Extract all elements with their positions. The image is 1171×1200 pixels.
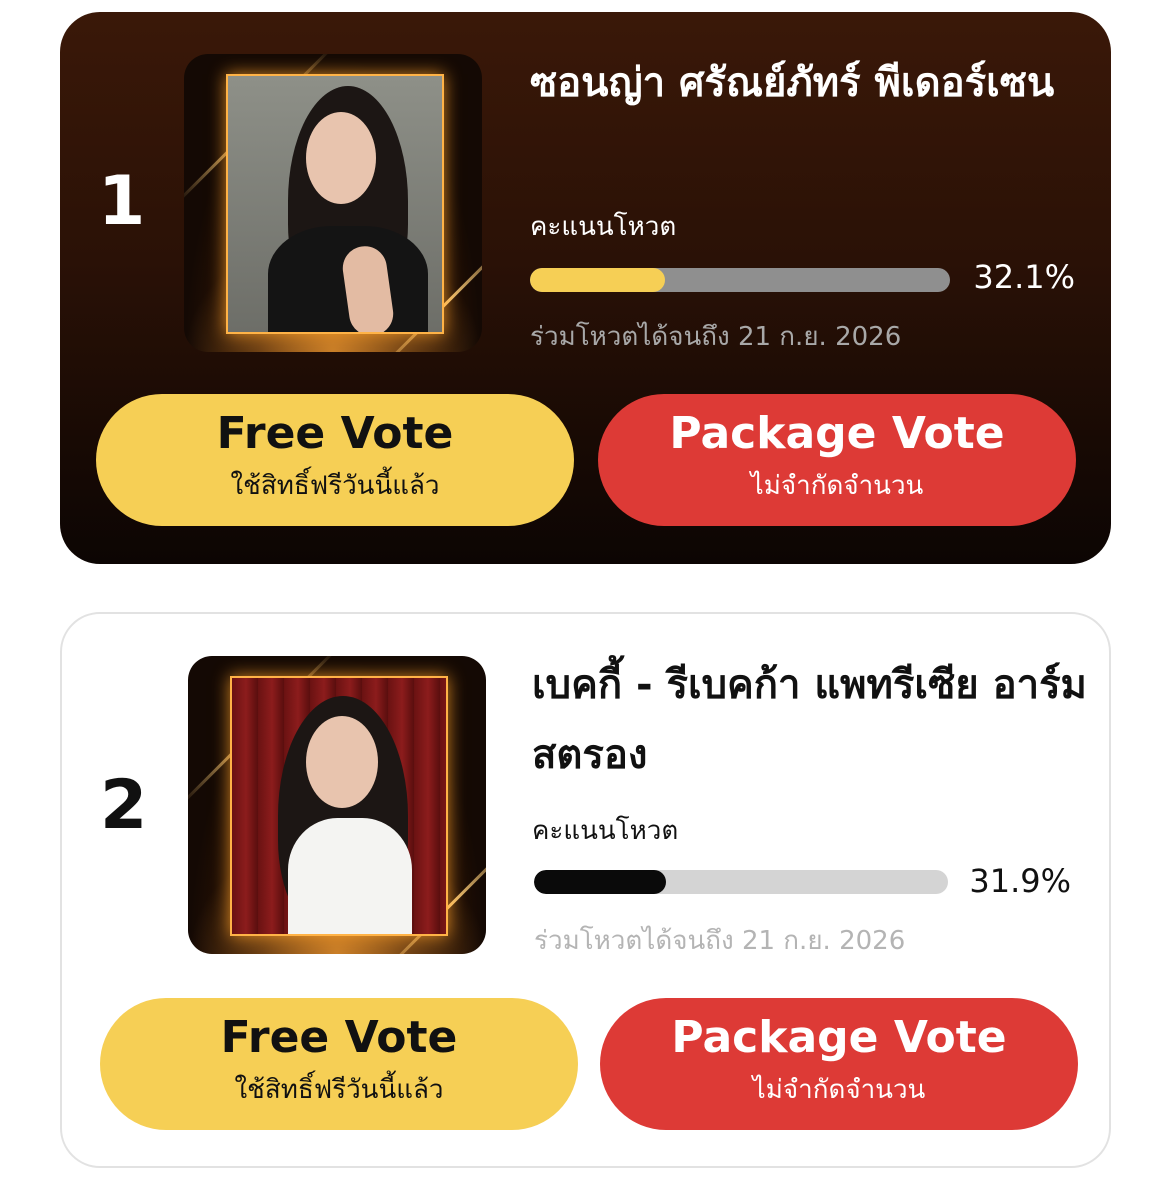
- free-vote-subtitle: ใช้สิทธิ์ฟรีวันนี้แล้ว: [230, 471, 440, 501]
- free-vote-button[interactable]: Free Vote ใช้สิทธิ์ฟรีวันนี้แล้ว: [100, 998, 578, 1130]
- vote-score-label: คะแนนโหวต: [530, 212, 677, 242]
- package-vote-subtitle: ไม่จำกัดจำนวน: [750, 471, 924, 501]
- free-vote-title: Free Vote: [220, 1012, 458, 1063]
- free-vote-subtitle: ใช้สิทธิ์ฟรีวันนี้แล้ว: [234, 1075, 444, 1105]
- candidate-photo: [226, 74, 444, 334]
- candidate-name: ซอนญ่า ศรัณย์ภัทร์ พีเดอร์เซน: [530, 60, 1055, 106]
- vote-percent: 32.1%: [973, 258, 1075, 296]
- vote-progress-fill: [530, 268, 665, 292]
- vote-progress-fill: [534, 870, 667, 894]
- package-vote-title: Package Vote: [669, 408, 1005, 459]
- vote-deadline: ร่วมโหวตได้จนถึง 21 ก.ย. 2026: [534, 926, 906, 956]
- candidate-photo-frame: [188, 656, 486, 954]
- free-vote-button[interactable]: Free Vote ใช้สิทธิ์ฟรีวันนี้แล้ว: [96, 394, 574, 526]
- candidate-photo-frame: [184, 54, 482, 352]
- candidate-photo: [230, 676, 448, 936]
- vote-progress-bar: [534, 870, 948, 894]
- candidate-name: เบคกี้ - รีเบคก้า แพทรีเซีย อาร์มสตรอง: [532, 662, 1087, 778]
- package-vote-button[interactable]: Package Vote ไม่จำกัดจำนวน: [598, 394, 1076, 526]
- vote-score-label: คะแนนโหวต: [532, 816, 679, 846]
- candidate-card-2: 2 เบคกี้ - รีเบคก้า แพทรีเซีย อาร์มสตรอง…: [60, 612, 1111, 1168]
- free-vote-title: Free Vote: [216, 408, 454, 459]
- package-vote-subtitle: ไม่จำกัดจำนวน: [752, 1075, 926, 1105]
- vote-percent: 31.9%: [969, 862, 1071, 900]
- package-vote-button[interactable]: Package Vote ไม่จำกัดจำนวน: [600, 998, 1078, 1130]
- rank-number: 1: [98, 162, 146, 241]
- vote-progress-bar: [530, 268, 950, 292]
- rank-number: 2: [100, 766, 148, 845]
- vote-deadline: ร่วมโหวตได้จนถึง 21 ก.ย. 2026: [530, 322, 902, 352]
- package-vote-title: Package Vote: [671, 1012, 1007, 1063]
- candidate-card-1: 1 ซอนญ่า ศรัณย์ภัทร์ พีเดอร์เซน คะแนนโหว…: [60, 12, 1111, 564]
